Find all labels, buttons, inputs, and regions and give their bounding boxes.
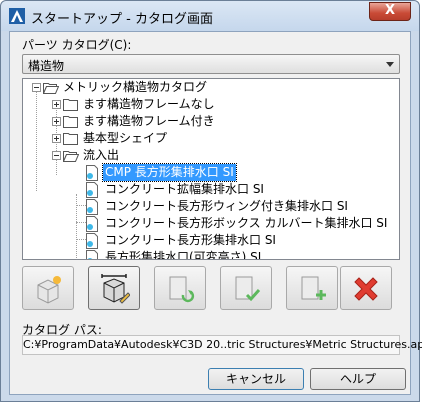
tree-leaf-label: コンクリート拡幅集排水口 SI — [105, 182, 264, 196]
cancel-button[interactable]: キャンセル — [208, 368, 304, 390]
part-file-icon — [86, 165, 98, 181]
dialog-window: スタートアップ - カタログ画面 X パーツ カタログ(C): 構造物 メトリッ… — [0, 0, 422, 402]
part-file-icon — [86, 233, 98, 249]
regenerate-icon — [169, 276, 195, 303]
catalog-path-value: C:¥ProgramData¥Autodesk¥C3D 20..tric Str… — [23, 338, 422, 351]
regenerate-button[interactable] — [154, 266, 206, 310]
delete-button[interactable] — [340, 266, 392, 310]
catalog-path-field[interactable]: C:¥ProgramData¥Autodesk¥C3D 20..tric Str… — [22, 335, 422, 355]
expand-icon[interactable] — [52, 100, 61, 109]
window-title: スタートアップ - カタログ画面 — [31, 12, 213, 27]
add-part-button[interactable] — [286, 266, 338, 310]
part-sizes-button[interactable] — [88, 266, 140, 310]
tree-item-label: 流入出 — [83, 148, 120, 162]
part-file-icon — [86, 216, 98, 232]
catalog-tree[interactable]: メトリック構造物カタログ ます構造物フレームなし ます構造物フレーム付き 基本型… — [22, 78, 400, 260]
collapse-icon[interactable] — [32, 83, 41, 92]
open-folder-icon — [43, 83, 59, 94]
add-part-icon — [301, 276, 326, 300]
chevron-down-icon — [386, 62, 394, 67]
autocad-logo-icon — [9, 8, 25, 24]
tree-leaf-label: コンクリート長方形集排水口 SI — [105, 233, 276, 247]
close-icon: X — [384, 3, 396, 18]
open-folder-icon — [63, 151, 79, 162]
folder-icon — [63, 133, 78, 145]
part-file-icon — [86, 199, 98, 215]
folder-icon — [63, 99, 78, 111]
tree-item-label: ます構造物フレーム付き — [83, 114, 215, 128]
expand-icon[interactable] — [52, 134, 61, 143]
folder-icon — [63, 116, 78, 128]
help-button[interactable]: ヘルプ — [310, 368, 406, 390]
tree-leaf-label: コンクリート長方形ウィング付き集排水口 SI — [105, 199, 348, 213]
catalog-dropdown[interactable]: 構造物 — [22, 54, 400, 74]
validate-icon — [235, 276, 261, 302]
catalog-label: パーツ カタログ(C): — [22, 38, 132, 52]
delete-icon — [354, 277, 378, 301]
tree-leaf-label: コンクリート長方形ボックス カルバート集排水口 SI — [105, 216, 388, 230]
new-part-icon — [37, 276, 61, 304]
part-sizes-icon — [101, 274, 130, 304]
new-part-button[interactable] — [22, 266, 74, 310]
catalog-selected-value: 構造物 — [28, 59, 65, 73]
tree-item-label: 基本型シェイプ — [83, 131, 168, 145]
tree-leaf-label-selected: CMP 長方形集排水口 SI — [102, 163, 237, 182]
part-file-icon — [86, 250, 98, 259]
title-bar[interactable]: スタートアップ - カタログ画面 X — [1, 1, 419, 31]
tree-root-label: メトリック構造物カタログ — [63, 80, 208, 94]
tree-item-label: ます構造物フレームなし — [83, 97, 215, 111]
part-file-icon — [86, 182, 98, 198]
close-button[interactable]: X — [369, 2, 411, 21]
validate-button[interactable] — [220, 266, 272, 310]
collapse-icon[interactable] — [52, 151, 61, 160]
dialog-body: パーツ カタログ(C): 構造物 メトリック構造物カタログ ます構造物フレームな… — [9, 31, 422, 395]
tree-leaf-label: 長方形集排水口(可変高さ) SI — [105, 250, 262, 260]
expand-icon[interactable] — [52, 117, 61, 126]
